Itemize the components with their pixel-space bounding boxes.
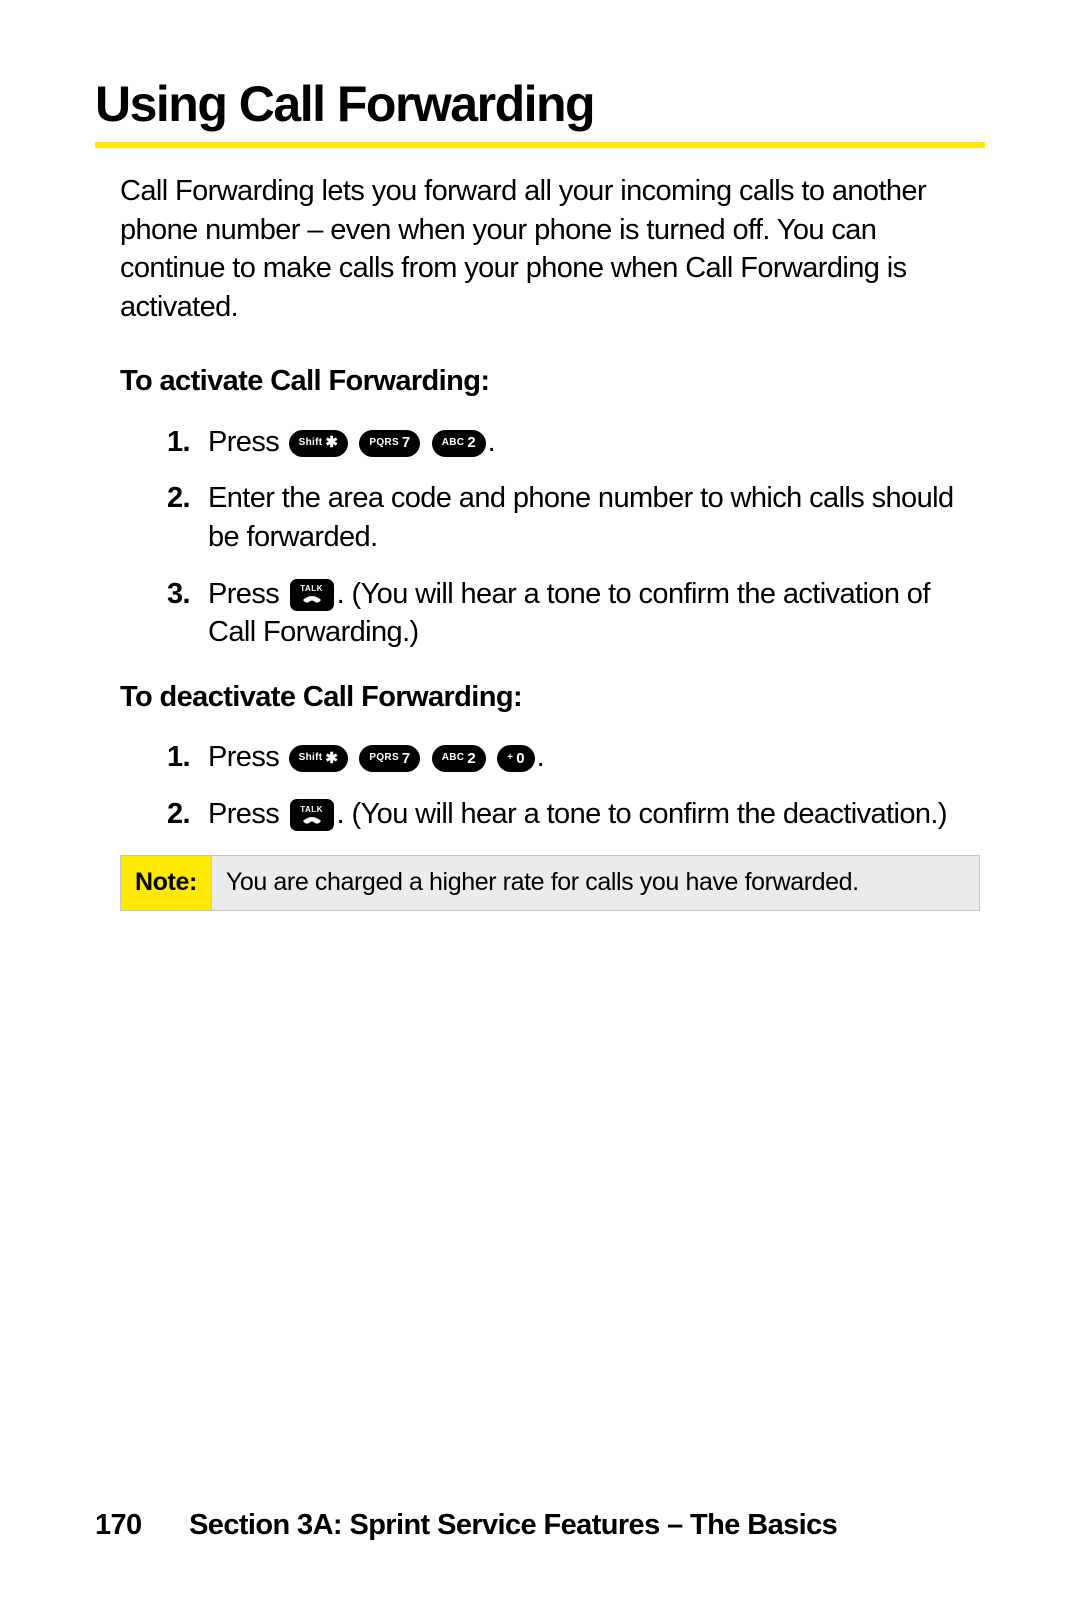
activate-subhead: To activate Call Forwarding: xyxy=(120,362,980,401)
heading-underline xyxy=(95,142,985,148)
step-number: 1. xyxy=(146,423,190,462)
step-number: 2. xyxy=(146,479,190,518)
talk-key-icon: TALK xyxy=(290,579,334,611)
activate-steps: 1. Press Shift✱ PQRS7 ABC2. 2. Enter the… xyxy=(120,423,980,652)
page-footer: 170 Section 3A: Sprint Service Features … xyxy=(95,1509,985,1542)
step-body: Enter the area code and phone number to … xyxy=(208,479,980,556)
talk-key-icon: TALK xyxy=(290,799,334,831)
shift-star-key-icon: Shift✱ xyxy=(289,745,348,772)
pqrs-7-key-icon: PQRS7 xyxy=(359,430,420,457)
list-item: 1. Press Shift✱ PQRS7 ABC2 +0. xyxy=(120,738,980,777)
deactivate-subhead: To deactivate Call Forwarding: xyxy=(120,678,980,717)
step-number: 3. xyxy=(146,575,190,614)
step-body: Press TALK . (You will hear a tone to co… xyxy=(208,575,980,652)
page-number: 170 xyxy=(95,1509,142,1541)
abc-2-key-icon: ABC2 xyxy=(432,745,486,772)
step-number: 2. xyxy=(146,795,190,834)
note-label: Note: xyxy=(121,856,212,909)
manual-page: Using Call Forwarding Call Forwarding le… xyxy=(0,0,1080,1620)
plus-0-key-icon: +0 xyxy=(497,745,534,772)
list-item: 2. Press TALK . (You will hear a tone to… xyxy=(120,795,980,834)
shift-star-key-icon: Shift✱ xyxy=(289,430,348,457)
step-text: Press xyxy=(208,798,279,830)
step-punct: . xyxy=(488,426,495,458)
step-body: Press Shift✱ PQRS7 ABC2 +0. xyxy=(208,738,980,777)
step-text: Press xyxy=(208,741,279,773)
intro-paragraph: Call Forwarding lets you forward all you… xyxy=(120,172,980,326)
step-text: Press xyxy=(208,578,279,610)
page-heading: Using Call Forwarding xyxy=(95,75,985,133)
pqrs-7-key-icon: PQRS7 xyxy=(359,745,420,772)
step-text: . (You will hear a tone to confirm the d… xyxy=(337,798,947,830)
deactivate-steps: 1. Press Shift✱ PQRS7 ABC2 +0. 2. Press … xyxy=(120,738,980,833)
page-body: Call Forwarding lets you forward all you… xyxy=(120,172,980,911)
section-label: Section 3A: Sprint Service Features – Th… xyxy=(189,1509,837,1541)
list-item: 3. Press TALK . (You will hear a tone to… xyxy=(120,575,980,652)
list-item: 2. Enter the area code and phone number … xyxy=(120,479,980,556)
step-body: Press Shift✱ PQRS7 ABC2. xyxy=(208,423,980,462)
step-number: 1. xyxy=(146,738,190,777)
step-punct: . xyxy=(537,741,544,773)
list-item: 1. Press Shift✱ PQRS7 ABC2. xyxy=(120,423,980,462)
note-text: You are charged a higher rate for calls … xyxy=(212,856,979,909)
step-text: Press xyxy=(208,426,279,458)
step-body: Press TALK . (You will hear a tone to co… xyxy=(208,795,980,834)
note-callout: Note: You are charged a higher rate for … xyxy=(120,855,980,910)
abc-2-key-icon: ABC2 xyxy=(432,430,486,457)
